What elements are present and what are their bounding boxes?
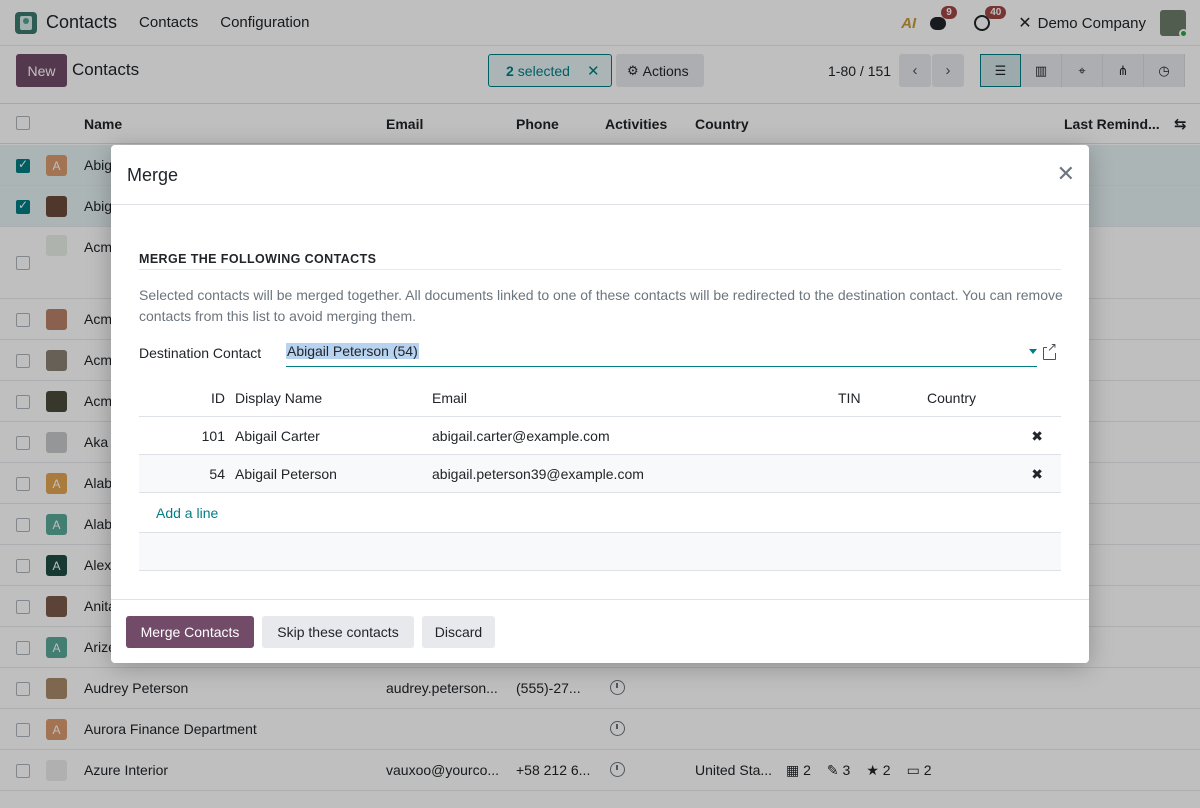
row-email: abigail.carter@example.com [432,428,610,444]
row-id: 101 [201,428,225,444]
row-display-name: Abigail Peterson [235,466,337,482]
external-link-icon[interactable] [1043,341,1058,360]
table-row[interactable]: 54 Abigail Peterson abigail.peterson39@e… [139,455,1061,493]
dialog-header: Merge ✕ [111,145,1089,205]
table-header: ID Display Name Email TIN Country [139,379,1061,417]
row-display-name: Abigail Carter [235,428,320,444]
destination-contact-value[interactable]: Abigail Peterson (54) [286,343,419,359]
destination-contact-field[interactable]: Abigail Peterson (54) [286,343,1037,367]
discard-button[interactable]: Discard [422,616,495,648]
chevron-down-icon[interactable] [1029,349,1037,354]
merge-dialog: Merge ✕ MERGE THE FOLLOWING CONTACTS Sel… [111,145,1089,663]
row-email: abigail.peterson39@example.com [432,466,644,482]
col-email[interactable]: Email [432,390,467,406]
merge-contacts-table: ID Display Name Email TIN Country 101 Ab… [139,379,1061,571]
merge-description: Selected contacts will be merged togethe… [139,287,1063,324]
dialog-footer: Merge Contacts Skip these contacts Disca… [111,599,1089,663]
col-id[interactable]: ID [211,390,225,406]
add-line-row: Add a line [139,493,1061,533]
add-line-link[interactable]: Add a line [156,505,218,521]
remove-row-icon[interactable]: ✖ [1031,466,1043,483]
section-title: MERGE THE FOLLOWING CONTACTS [139,252,377,266]
col-tin[interactable]: TIN [838,390,861,406]
col-display-name[interactable]: Display Name [235,390,322,406]
col-country[interactable]: Country [927,390,976,406]
row-id: 54 [209,466,225,482]
skip-contacts-button[interactable]: Skip these contacts [262,616,414,648]
table-row[interactable]: 101 Abigail Carter abigail.carter@exampl… [139,417,1061,455]
section-divider [139,269,1061,270]
empty-row [139,533,1061,571]
remove-row-icon[interactable]: ✖ [1031,428,1043,445]
destination-label: Destination Contact [139,345,262,361]
close-icon[interactable]: ✕ [1057,163,1075,185]
merge-contacts-button[interactable]: Merge Contacts [126,616,254,648]
dialog-title: Merge [127,165,179,185]
